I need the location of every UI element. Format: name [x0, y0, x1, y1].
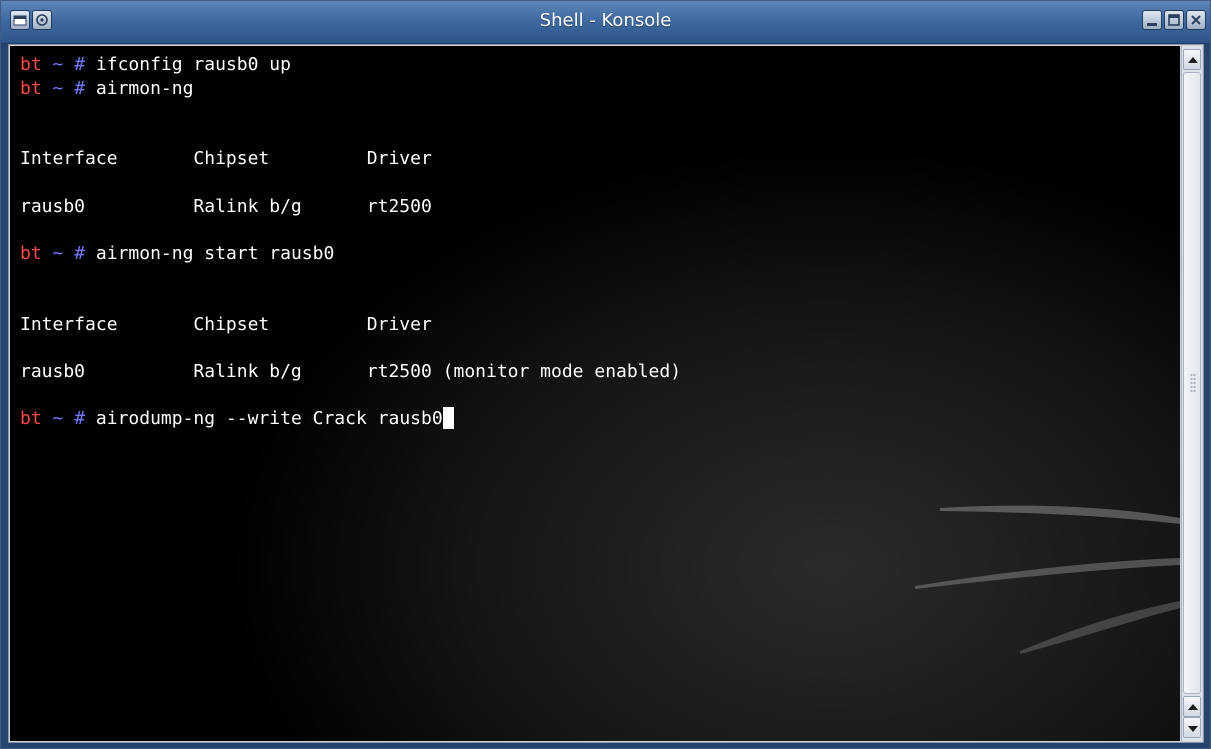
prompt-symbol: # — [74, 407, 86, 429]
output-line: Interface Chipset Driver — [20, 148, 432, 170]
konsole-client-area: bt ~ # ifconfig rausb0 up bt ~ # airmon-n… — [8, 44, 1204, 743]
output-line: Interface Chipset Driver — [20, 313, 432, 335]
text-cursor — [442, 406, 454, 429]
output-line: rausb0 Ralink b/g rt2500 (monitor mode e… — [20, 360, 682, 382]
prompt-path: ~ — [52, 407, 64, 429]
title-bar[interactable]: Shell - Konsole — [1, 1, 1210, 44]
scroll-up-arrow-icon[interactable] — [1183, 49, 1201, 70]
close-icon[interactable] — [1186, 10, 1206, 30]
grip-icon — [1190, 373, 1196, 393]
prompt-symbol: # — [74, 54, 86, 75]
window-title: Shell - Konsole — [539, 10, 672, 31]
prompt-line: bt ~ # airmon-ng start rausb0 — [20, 242, 681, 266]
command-text: airodump-ng --write Crack rausb0 — [85, 407, 443, 429]
scroll-down-arrow-icon[interactable] — [1183, 717, 1201, 738]
terminal-view[interactable]: bt ~ # ifconfig rausb0 up bt ~ # airmon-n… — [10, 46, 1180, 741]
scrollbar-thumb[interactable] — [1183, 72, 1201, 694]
prompt-path: ~ — [52, 77, 64, 99]
prompt-symbol: # — [74, 242, 86, 264]
scroll-up-arrow-icon[interactable] — [1183, 696, 1201, 717]
vertical-scrollbar[interactable] — [1181, 46, 1202, 741]
prompt-symbol: # — [74, 77, 86, 99]
prompt-host: bt — [20, 54, 42, 75]
output-line: rausb0 Ralink b/g rt2500 — [20, 195, 432, 217]
prompt-line: bt ~ # airmon-ng — [20, 77, 681, 101]
command-text: airmon-ng — [85, 77, 194, 99]
prompt-line: bt ~ # ifconfig rausb0 up — [20, 53, 681, 77]
konsole-window: Shell - Konsole bt ~ # ifconfig rausb0 u… — [0, 0, 1211, 749]
minimize-icon[interactable] — [1142, 10, 1162, 30]
prompt-host: bt — [20, 242, 42, 264]
maximize-icon[interactable] — [1164, 10, 1184, 30]
prompt-line: bt ~ # airodump-ng --write Crack rausb0 — [20, 406, 681, 431]
terminal-output: bt ~ # ifconfig rausb0 up bt ~ # airmon-n… — [20, 53, 681, 431]
prompt-host: bt — [20, 407, 42, 429]
prompt-host: bt — [20, 77, 42, 99]
prompt-path: ~ — [52, 54, 64, 75]
command-text: airmon-ng start rausb0 — [85, 242, 335, 264]
prompt-path: ~ — [52, 242, 64, 264]
command-text: ifconfig rausb0 up — [85, 54, 291, 75]
